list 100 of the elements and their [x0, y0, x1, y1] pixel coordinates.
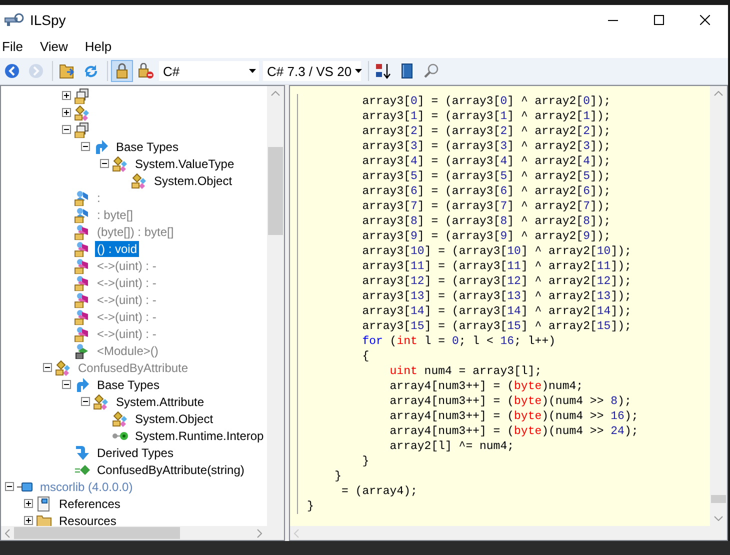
code-line: array3[13] = (array3[13] ^ array2[13]); — [362, 289, 632, 304]
up-arrow-icon — [74, 376, 90, 392]
cube-icon — [74, 342, 90, 358]
cube-icon — [74, 292, 90, 308]
tree-item-label[interactable]: (byte[]) : byte[] — [95, 224, 176, 240]
scroll-up-icon[interactable] — [714, 91, 723, 96]
scroll-down-icon[interactable] — [714, 516, 723, 521]
scroll-up-icon[interactable] — [271, 91, 280, 96]
code-line: array4[num3++] = (byte)(num4 >> 16); — [390, 409, 640, 424]
tree-item-label[interactable]: System.ValueType — [133, 156, 236, 172]
code-line: array3[3] = (array3[3] ^ array2[3]); — [362, 139, 612, 154]
vertical-scrollbar[interactable] — [267, 86, 284, 526]
code-line: for (int l = 0; l < 16; l++) — [362, 334, 557, 349]
code-line: array3[10] = (array3[10] ^ array2[10]); — [362, 244, 632, 259]
diamond-cluster-icon — [112, 156, 128, 172]
tree-item-label[interactable]: ConfusedByAttribute — [76, 360, 190, 376]
menu-item[interactable]: File — [0, 37, 30, 56]
tree-item-label[interactable]: <Module>() — [95, 342, 160, 358]
code-line: array3[0] = (array3[0] ^ array2[0]); — [362, 94, 612, 109]
tree-item-label[interactable]: Resources — [57, 512, 118, 526]
expand-toggle[interactable] — [24, 516, 33, 525]
code-line: { — [362, 349, 370, 364]
scroll-right-icon[interactable] — [257, 528, 262, 538]
code-line: } — [362, 454, 370, 469]
code-line: array3[15] = (array3[15] ^ array2[15]); — [362, 319, 632, 334]
maximize-icon[interactable] — [654, 15, 664, 25]
app-icon — [4, 12, 24, 28]
tree-item-label[interactable]: Base Types — [95, 376, 162, 392]
code-line: array3[1] = (array3[1] ^ array2[1]); — [362, 109, 612, 124]
language-dropdown[interactable]: C# — [159, 61, 259, 81]
up-arrow-icon — [93, 138, 109, 154]
tree-item-label[interactable]: <->(uint) : - — [95, 326, 158, 342]
expand-toggle[interactable] — [24, 499, 33, 508]
down-arrow-icon — [74, 444, 90, 460]
tree-item-label[interactable]: System.Object — [152, 172, 234, 188]
tree-item-label[interactable]: <->(uint) : - — [95, 292, 158, 308]
vertical-scrollbar[interactable] — [710, 86, 727, 526]
collapse-toggle[interactable] — [62, 380, 71, 389]
diamond-cluster-icon — [55, 360, 71, 376]
code-line: array3[4] = (array3[4] ^ array2[4]); — [362, 154, 612, 169]
diamond-cluster-icon — [112, 410, 128, 426]
code-line: array3[8] = (array3[8] ^ array2[8]); — [362, 214, 612, 229]
collapse-toggle[interactable] — [5, 482, 14, 491]
collapse-toggle[interactable] — [81, 397, 90, 406]
tree-item-label[interactable]: <->(uint) : - — [95, 258, 158, 274]
code-line: array4[num3++] = (byte)(num4 >> 8); — [390, 394, 632, 409]
menu-item[interactable]: Help — [82, 37, 119, 56]
tree-item-label[interactable]: System.Attribute — [114, 394, 206, 410]
caret-icon[interactable] — [246, 69, 259, 73]
horizontal-scrollbar[interactable] — [1, 526, 284, 540]
tree-item-label[interactable]: References — [57, 496, 122, 512]
diamond-cluster-icon — [93, 394, 109, 410]
tree-item-label[interactable]: : — [95, 190, 102, 206]
expand-toggle[interactable] — [62, 108, 71, 117]
scrollbar-thumb[interactable] — [268, 147, 283, 235]
collapse-toggle[interactable] — [81, 142, 90, 151]
code-line: array3[11] = (array3[11] ^ array2[11]); — [362, 259, 632, 274]
code-editor[interactable] — [290, 86, 710, 526]
document-icon — [36, 496, 52, 512]
expand-toggle[interactable] — [62, 91, 71, 100]
code-line: array3[2] = (array3[2] ^ array2[2]); — [362, 124, 612, 139]
cube-icon — [74, 308, 90, 324]
code-line: array3[6] = (array3[6] ^ array2[6]); — [362, 184, 612, 199]
code-line: array2[l] ^= num4; — [390, 439, 516, 454]
menu-item[interactable]: View — [38, 37, 75, 56]
cube-icon — [74, 258, 90, 274]
tree-item-label[interactable]: mscorlib (4.0.0.0) — [38, 478, 135, 494]
collapse-toggle[interactable] — [62, 125, 71, 134]
code-line: } — [334, 469, 342, 484]
code-line: array3[7] = (array3[7] ^ array2[7]); — [362, 199, 612, 214]
collapse-toggle[interactable] — [43, 363, 52, 372]
code-line: array3[5] = (array3[5] ^ array2[5]); — [362, 169, 612, 184]
cube-icon — [74, 240, 90, 256]
tree-item-label[interactable]: Base Types — [114, 138, 180, 154]
diamond-cluster-icon — [131, 172, 147, 188]
code-line: array4[num3++] = (byte)num4; — [390, 379, 584, 394]
window-title: ILSpy — [30, 12, 66, 28]
code-line: array3[12] = (array3[12] ^ array2[12]); — [362, 274, 632, 289]
code-line: array4[num3++] = (byte)(num4 >> 24); — [390, 424, 640, 439]
collapse-toggle[interactable] — [100, 159, 109, 168]
version-dropdown[interactable]: C# 7.3 / VS 20 — [263, 61, 361, 81]
tree-item-label[interactable]: System.Runtime.Interop — [133, 428, 266, 444]
cube-icon — [74, 326, 90, 342]
close-icon[interactable] — [700, 15, 710, 25]
cube-icon — [74, 224, 90, 240]
tree-item-label[interactable]: <->(uint) : - — [95, 308, 158, 324]
horizontal-scrollbar[interactable] — [290, 526, 727, 540]
tree-item-label[interactable]: () : void — [95, 240, 140, 256]
scroll-left-icon[interactable] — [5, 528, 10, 538]
tree-item-label[interactable]: <->(uint) : - — [95, 274, 158, 290]
tree-item-label[interactable]: : byte[] — [95, 206, 136, 222]
tree-item-label[interactable]: ConfusedByAttribute(string) — [95, 462, 246, 478]
code-line: } — [307, 499, 315, 514]
tree-item-label[interactable]: Derived Types — [95, 444, 176, 460]
code-line: array3[14] = (array3[14] ^ array2[14]); — [362, 304, 632, 319]
code-line: array3[9] = (array3[9] ^ array2[9]); — [362, 229, 612, 244]
scrollbar-thumb[interactable] — [14, 527, 180, 539]
scrollbar-thumb[interactable] — [711, 495, 726, 503]
tree-item-label[interactable]: System.Object — [133, 410, 216, 426]
cube-icon — [74, 274, 90, 290]
